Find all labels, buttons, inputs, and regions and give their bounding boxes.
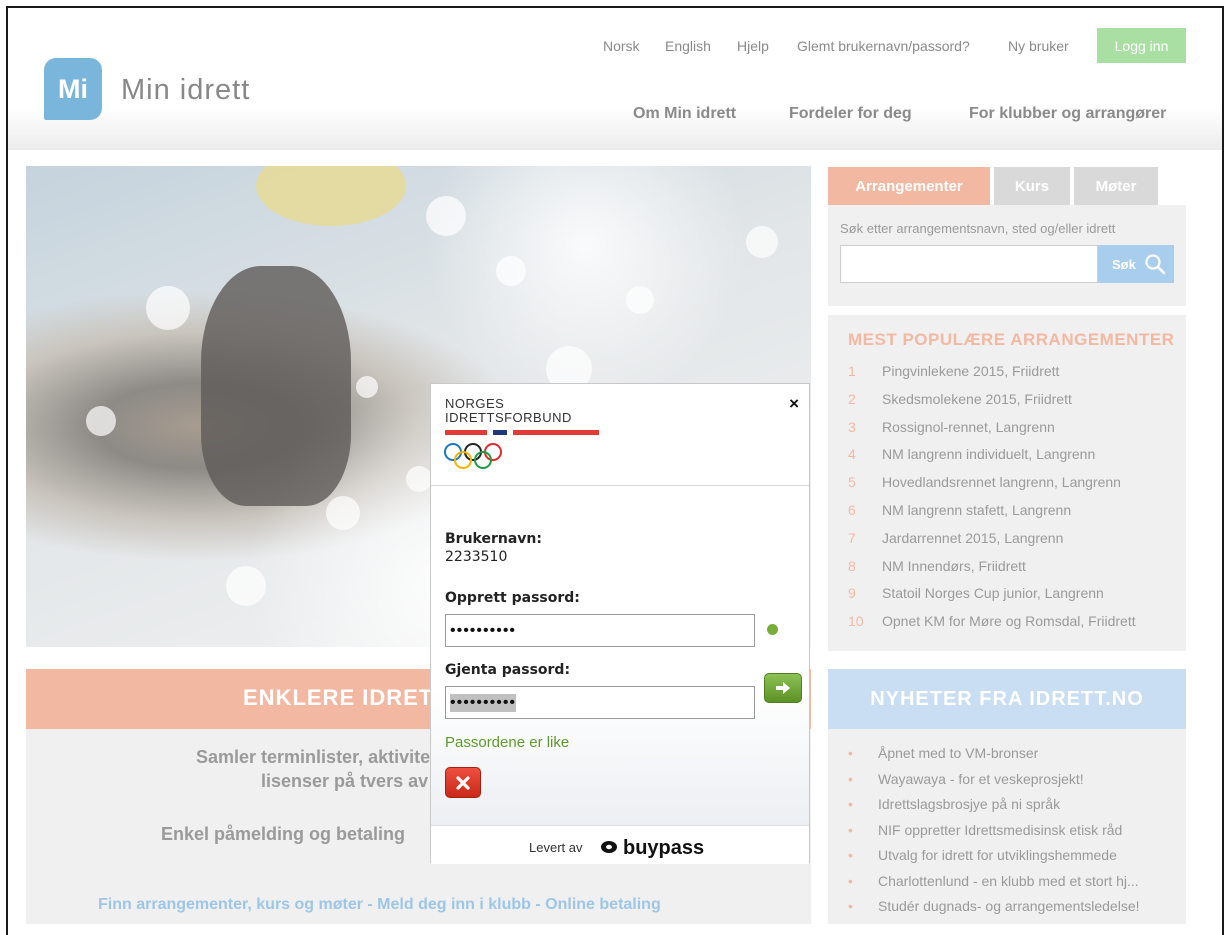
password-ok-indicator	[767, 624, 778, 635]
olympic-rings-icon	[444, 443, 502, 469]
popular-event-name[interactable]: NM langrenn stafett, Langrenn	[882, 502, 1071, 518]
news-headline[interactable]: Wayawaya - for et veskeprosjekt!	[878, 771, 1084, 787]
popular-event-rank: 10	[848, 613, 864, 630]
popular-event-name[interactable]: Statoil Norges Cup junior, Langrenn	[882, 585, 1104, 601]
popular-events: MEST POPULÆRE ARRANGEMENTER 1 Pingvinleke…	[828, 315, 1186, 651]
site-header: Mi Min idrett Norsk English Hjelp Glemt …	[8, 8, 1222, 150]
flag-stripe-red	[445, 430, 487, 435]
popular-event-rank: 3	[848, 418, 856, 435]
dialog-body: Brukernavn: 2233510 Opprett passord: •••…	[431, 487, 809, 825]
provided-by-text: Levert av	[529, 840, 583, 855]
create-password-value: ••••••••••	[450, 621, 517, 639]
username-value: 2233510	[445, 549, 508, 565]
repeat-password-value: ••••••••••	[450, 693, 517, 712]
news-bullet-icon: •	[848, 745, 853, 761]
news-bullet-icon: •	[848, 821, 853, 838]
help-link[interactable]: Hjelp	[737, 38, 769, 54]
tab-moter[interactable]: Møter	[1074, 167, 1158, 205]
tab-kurs[interactable]: Kurs	[994, 167, 1070, 205]
news-headline[interactable]: Åpnet med to VM-bronser	[878, 745, 1038, 761]
news-bullet-icon: •	[848, 847, 853, 863]
popular-event-rank: 5	[848, 474, 856, 491]
repeat-password-label: Gjenta passord:	[445, 662, 571, 678]
news-bullet-icon: •	[848, 770, 853, 787]
new-user-link[interactable]: Ny bruker	[1008, 38, 1069, 54]
cancel-button[interactable]	[445, 767, 481, 798]
logo-text[interactable]: Min idrett	[121, 74, 250, 107]
feature-links[interactable]: Finn arrangementer, kurs og møter - Meld…	[98, 896, 661, 914]
news-headline[interactable]: NIF oppretter Idrettsmedisinsk etisk råd	[878, 822, 1122, 838]
swimmer-cap	[256, 166, 406, 226]
popular-event-rank: 1	[848, 363, 856, 379]
popular-event-name[interactable]: Opnet KM for Møre og Romsdal, Friidrett	[882, 613, 1136, 629]
news-headline[interactable]: Studér dugnads- og arrangementsledelse!	[878, 898, 1140, 914]
swimmer-body	[201, 266, 351, 506]
search-panel: Søk etter arrangementsnavn, sted og/elle…	[828, 205, 1186, 306]
flag-stripe-blue	[493, 430, 507, 435]
news-bullet-icon: •	[848, 872, 853, 889]
create-password-label: Opprett passord:	[445, 590, 580, 606]
create-password-dialog: NORGES IDRETTSFORBUND × Brukernavn: 2233…	[430, 383, 810, 864]
news-headline[interactable]: Utvalg for idrett for utviklingshemmede	[878, 847, 1117, 863]
tagline-text: ENKLERE IDRETT	[243, 685, 448, 710]
nav-about[interactable]: Om Min idrett	[633, 105, 736, 123]
search-button-label: Søk	[1112, 256, 1136, 272]
nav-clubs-organizers[interactable]: For klubber og arrangører	[969, 105, 1166, 123]
popular-event-rank: 8	[848, 557, 856, 574]
login-button[interactable]: Logg inn	[1097, 28, 1186, 63]
news-headline[interactable]: Idrettslagsbrosjye på ni språk	[878, 796, 1060, 812]
logo-badge[interactable]: Mi	[44, 58, 102, 120]
popular-event-rank: 2	[848, 390, 856, 407]
close-icon[interactable]: ×	[789, 394, 799, 414]
submit-button[interactable]	[764, 673, 802, 703]
news-bullet-icon: •	[848, 898, 853, 914]
popular-event-name[interactable]: Jardarrennet 2015, Langrenn	[882, 530, 1063, 546]
popular-event-rank: 6	[848, 502, 856, 518]
news-bullet-icon: •	[848, 796, 853, 812]
forgot-credentials-link[interactable]: Glemt brukernavn/passord?	[797, 38, 970, 54]
news-list: • Åpnet med to VM-bronser • Wayawaya - for …	[828, 729, 1186, 924]
org-name-line-1: NORGES	[445, 396, 505, 411]
search-input[interactable]	[840, 245, 1098, 283]
lang-norsk-link[interactable]: Norsk	[603, 38, 640, 54]
page: Mi Min idrett Norsk English Hjelp Glemt …	[6, 6, 1224, 935]
popular-event-name[interactable]: Pingvinlekene 2015, Friidrett	[882, 363, 1059, 379]
username-label: Brukernavn:	[445, 531, 542, 547]
popular-event-name[interactable]: NM Innendørs, Friidrett	[882, 558, 1026, 574]
create-password-field[interactable]: ••••••••••	[445, 614, 755, 647]
password-match-message: Passordene er like	[445, 734, 570, 751]
search-icon	[1145, 254, 1166, 275]
popular-event-rank: 9	[848, 585, 856, 602]
flag-stripe-red-2	[513, 430, 599, 435]
news-title: NYHETER FRA IDRETT.NO	[828, 669, 1186, 729]
info-line-3: Enkel påmelding og betaling	[161, 824, 406, 844]
popular-event-name[interactable]: Rossignol-rennet, Langrenn	[882, 419, 1055, 435]
buypass-logo: buypass	[601, 837, 704, 859]
dialog-footer: Levert av buypass	[431, 825, 809, 864]
popular-title: MEST POPULÆRE ARRANGEMENTER	[848, 330, 1175, 349]
dialog-header: NORGES IDRETTSFORBUND ×	[431, 384, 809, 486]
popular-event-rank: 4	[848, 446, 856, 463]
popular-event-name[interactable]: Hovedlandsrennet langrenn, Langrenn	[882, 474, 1121, 490]
search-hint: Søk etter arrangementsnavn, sted og/elle…	[840, 221, 1116, 236]
popular-event-rank: 7	[848, 529, 856, 546]
provider-name: buypass	[623, 837, 704, 859]
search-button[interactable]: Søk	[1098, 245, 1174, 283]
repeat-password-field[interactable]: ••••••••••	[445, 686, 755, 719]
popular-event-name[interactable]: Skedsmolekene 2015, Friidrett	[882, 391, 1072, 407]
lang-english-link[interactable]: English	[665, 38, 711, 54]
close-icon	[456, 775, 470, 790]
popular-event-name[interactable]: NM langrenn individuelt, Langrenn	[882, 446, 1095, 462]
nav-benefits[interactable]: Fordeler for deg	[789, 105, 912, 123]
arrow-right-icon	[776, 682, 790, 694]
tab-arrangementer[interactable]: Arrangementer	[828, 167, 990, 205]
news-headline[interactable]: Charlottenlund - en klubb med et stort h…	[878, 873, 1139, 889]
org-name-line-2: IDRETTSFORBUND	[445, 410, 572, 425]
org-logo-text: NORGES IDRETTSFORBUND	[445, 397, 572, 425]
